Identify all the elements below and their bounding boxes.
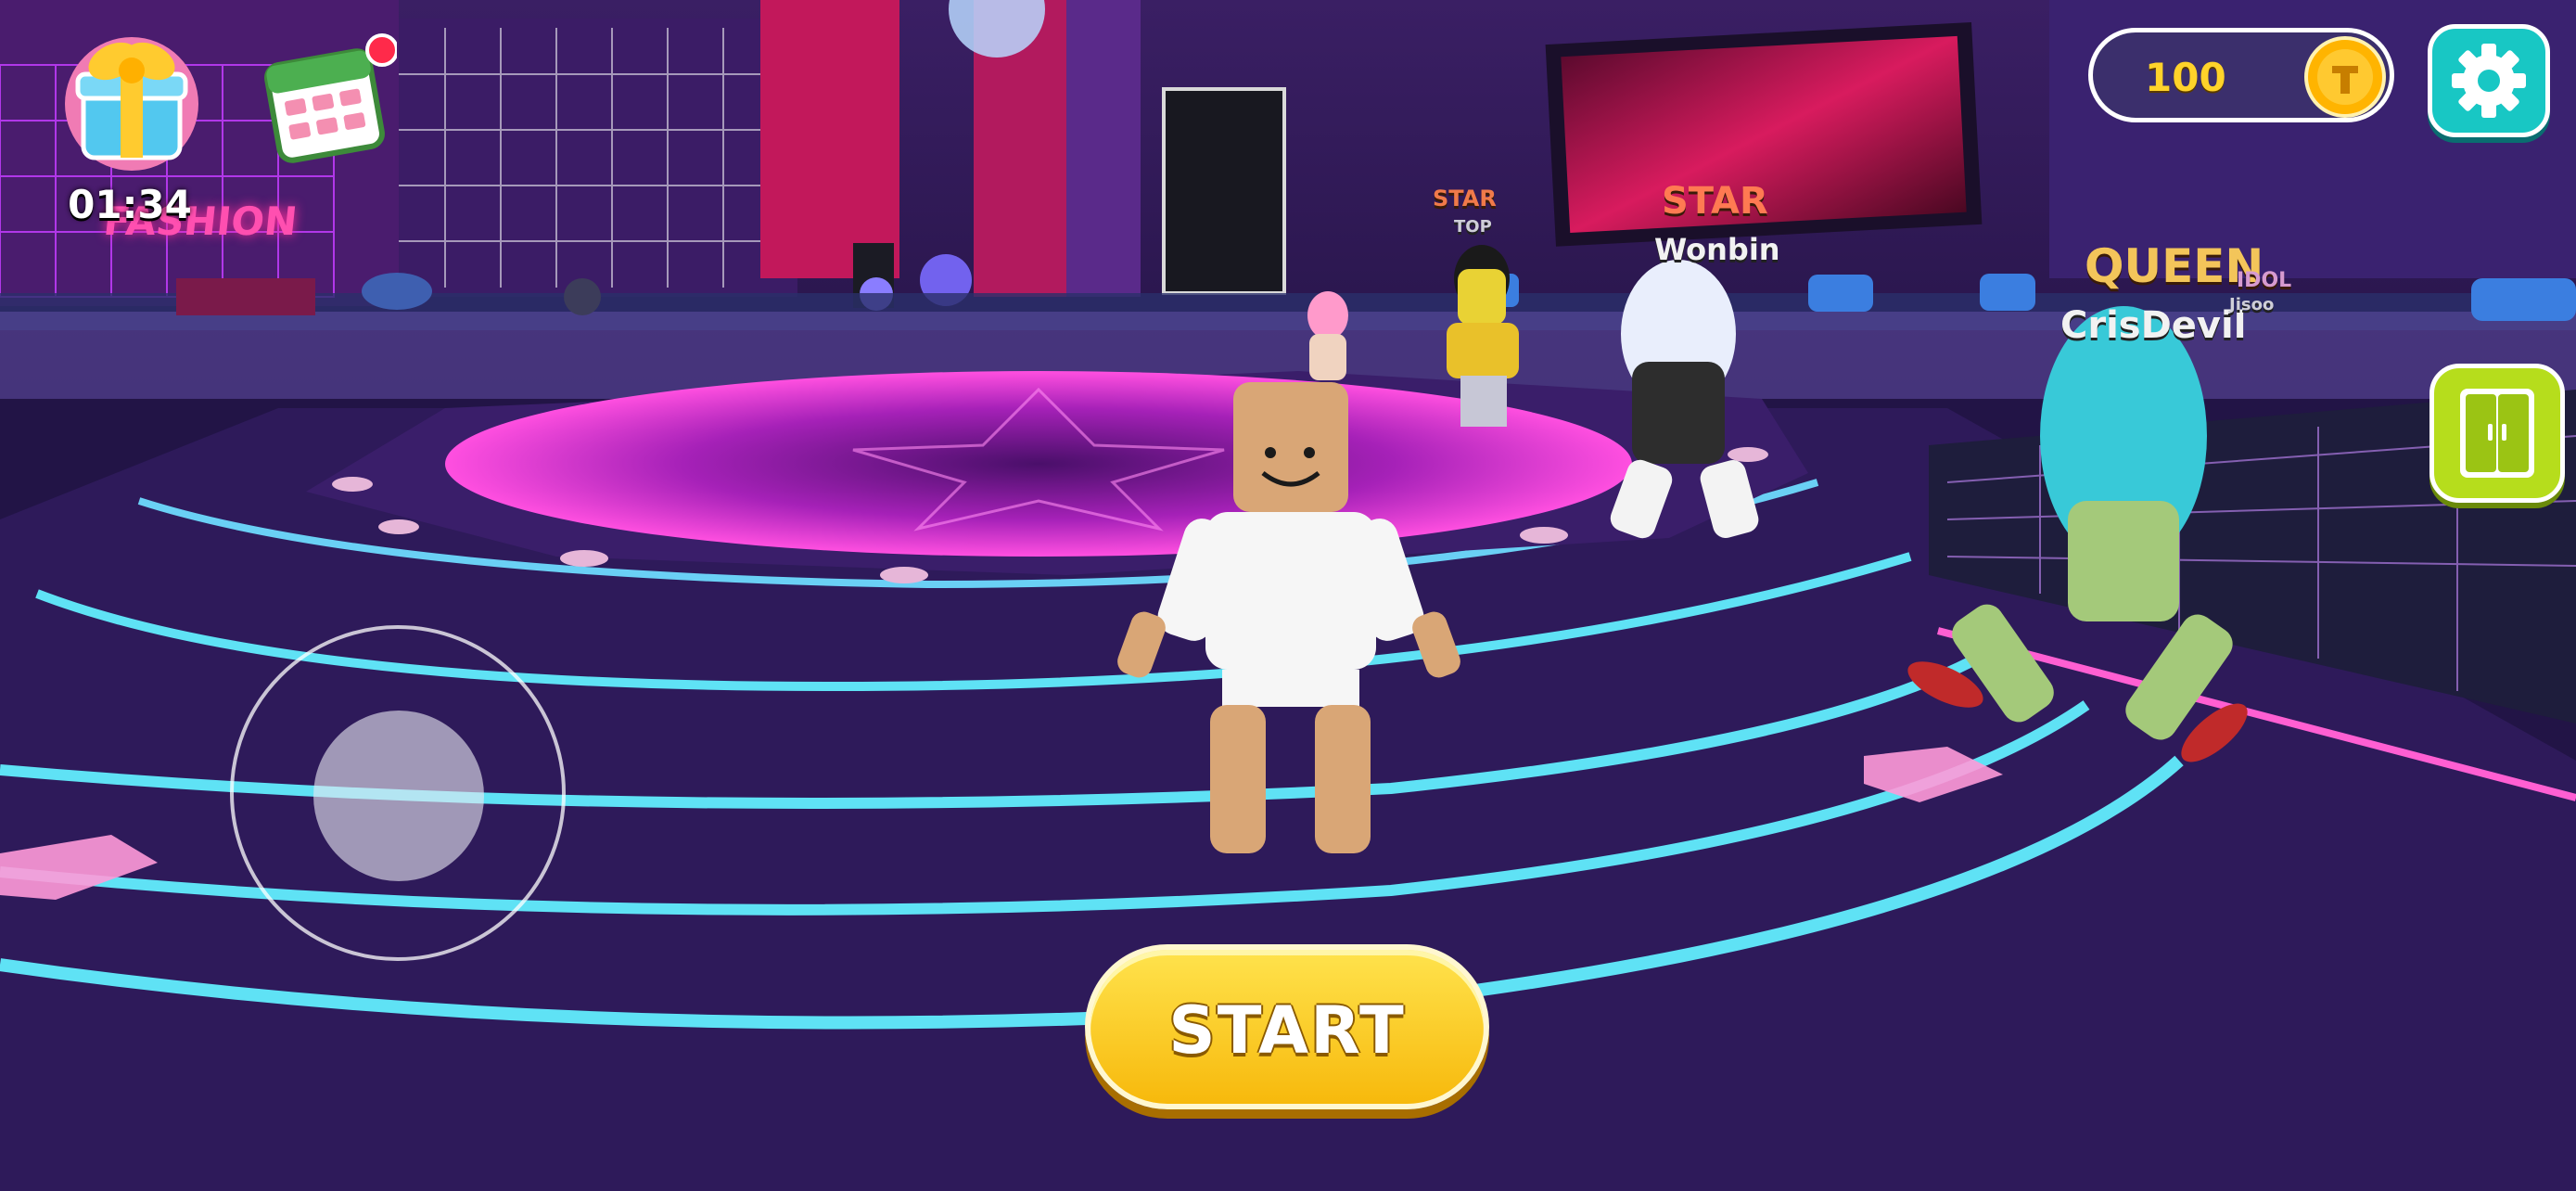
player-tag-title: STAR: [1433, 186, 1497, 211]
calendar-icon: [264, 33, 399, 163]
start-button-label: START: [1168, 992, 1406, 1069]
npc-pink-hair: [1307, 291, 1348, 380]
wardrobe-button[interactable]: [2429, 364, 2565, 503]
player-tag-subtitle: TOP: [1454, 217, 1492, 237]
player-tag-name: Jisoo: [2229, 295, 2275, 314]
joystick-thumb[interactable]: [313, 711, 484, 881]
wardrobe-icon: [2460, 389, 2534, 478]
start-button[interactable]: START: [1085, 944, 1489, 1109]
gift-button[interactable]: [57, 24, 206, 173]
stage-glow-disc: [445, 371, 1632, 557]
doorway: [1162, 87, 1286, 295]
curtain-left: [760, 0, 899, 278]
gear-icon: [2452, 44, 2526, 118]
settings-button[interactable]: [2428, 24, 2550, 137]
player-tag-name: CrisDevil: [2060, 304, 2247, 347]
game-viewport[interactable]: FASHION STAR TOP STAR Wonbin QUEEN CrisD…: [0, 0, 2576, 1191]
gift-timer: 01:34: [68, 182, 192, 227]
notification-dot: [365, 33, 399, 67]
coin-counter: 100: [2088, 28, 2394, 122]
gift-box-icon: [65, 37, 198, 171]
player-tag-name: Wonbin: [1654, 232, 1780, 267]
grid-wall-center: [399, 19, 797, 297]
coin-icon[interactable]: [2304, 36, 2386, 118]
daily-rewards-button[interactable]: [258, 30, 399, 169]
coin-amount: 100: [2145, 55, 2226, 100]
player-tag-title: IDOL: [2237, 269, 2292, 292]
player-tag-title: STAR: [1662, 180, 1768, 223]
pillar: [1066, 0, 1141, 297]
